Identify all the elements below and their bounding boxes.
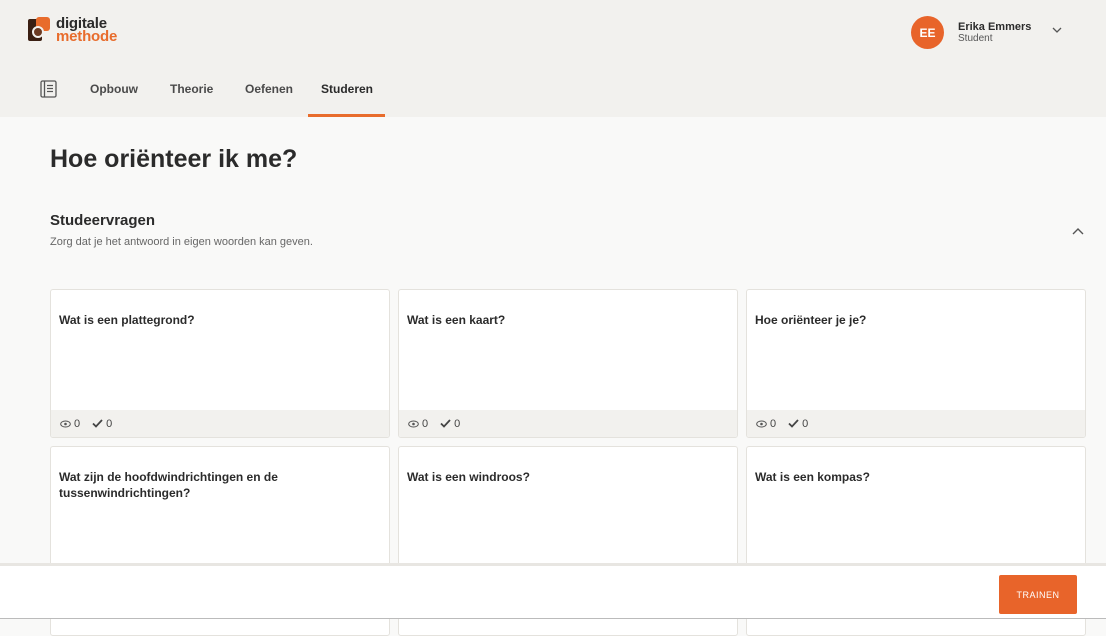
checks-count: 0 [454, 417, 461, 430]
check-icon [788, 419, 799, 428]
card-question: Wat is een plattegrond? [59, 313, 195, 327]
study-card[interactable]: Wat is een kaart? 0 0 [398, 289, 738, 438]
views-count: 0 [74, 417, 81, 430]
logo-mark-icon [28, 17, 52, 43]
views-stat: 0 [408, 418, 428, 430]
logo[interactable]: digitale methode [28, 16, 118, 45]
eye-icon [408, 420, 419, 427]
views-count: 0 [422, 417, 429, 430]
tab-oefenen[interactable]: Oefenen [245, 82, 293, 96]
checks-stat: 0 [440, 418, 460, 430]
checks-count: 0 [106, 417, 113, 430]
card-question: Wat is een kompas? [755, 470, 870, 484]
card-question: Wat zijn de hoofdwindrichtingen en de tu… [59, 470, 278, 500]
main-nav: Opbouw Theorie Oefenen Studeren [0, 66, 1106, 117]
section-subtitle: Zorg dat je het antwoord in eigen woorde… [50, 236, 313, 248]
checks-stat: 0 [788, 418, 808, 430]
checks-count: 0 [802, 417, 809, 430]
card-footer: 0 0 [399, 410, 737, 437]
chevron-down-icon[interactable] [1052, 24, 1062, 36]
study-card[interactable]: Hoe oriënteer je je? 0 0 [746, 289, 1086, 438]
header: digitale methode EE Erika Emmers Student… [0, 0, 1106, 117]
tab-theorie[interactable]: Theorie [170, 82, 213, 96]
checks-stat: 0 [92, 418, 112, 430]
card-question: Wat is een kaart? [407, 313, 506, 327]
check-icon [92, 419, 103, 428]
check-icon [440, 419, 451, 428]
views-stat: 0 [60, 418, 80, 430]
eye-icon [60, 420, 71, 427]
user-name: Erika Emmers [958, 20, 1032, 33]
study-card[interactable]: Wat is een plattegrond? 0 0 [50, 289, 390, 438]
avatar[interactable]: EE [911, 16, 944, 49]
card-question: Wat is een windroos? [407, 470, 530, 484]
user-role: Student [958, 32, 993, 44]
logo-text: digitale methode [56, 16, 118, 45]
card-footer: 0 0 [51, 410, 389, 437]
book-icon[interactable] [40, 80, 57, 98]
page-title: Hoe oriënteer ik me? [50, 145, 298, 173]
logo-line-2: methode [56, 28, 118, 45]
active-tab-indicator [308, 114, 385, 117]
tab-studeren[interactable]: Studeren [321, 82, 373, 96]
views-stat: 0 [756, 418, 776, 430]
bottom-action-bar: TRAINEN [0, 563, 1106, 619]
train-button[interactable]: TRAINEN [999, 575, 1077, 614]
chevron-up-icon[interactable] [1072, 222, 1084, 238]
eye-icon [756, 420, 767, 427]
card-question: Hoe oriënteer je je? [755, 313, 867, 327]
section-title: Studeervragen [50, 212, 156, 229]
views-count: 0 [770, 417, 777, 430]
user-menu[interactable]: EE Erika Emmers Student [911, 16, 1062, 49]
tab-opbouw[interactable]: Opbouw [90, 82, 138, 96]
user-info: Erika Emmers Student [958, 21, 1031, 45]
card-footer: 0 0 [747, 410, 1085, 437]
